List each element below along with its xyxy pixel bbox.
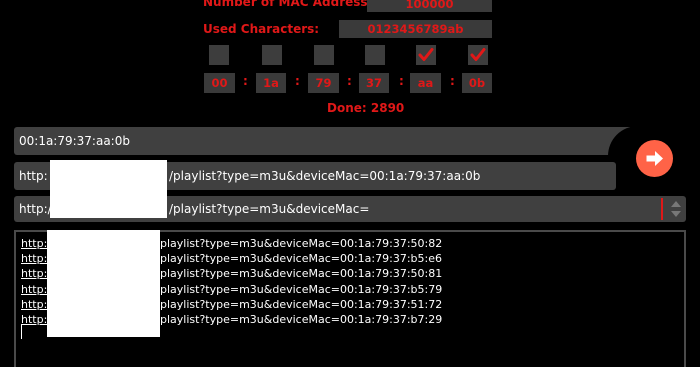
app-window: Number of MAC Addresses: 100000 Used Cha… [0, 0, 700, 367]
octet-checkbox-5[interactable] [416, 45, 436, 65]
octet-separator: : [399, 74, 404, 88]
result-url-suffix: playlist?type=m3u&deviceMac=00:1a:79:37:… [160, 282, 443, 296]
mac-octet-3[interactable]: 79 [308, 73, 339, 93]
template-url-suffix: /playlist?type=m3u&deviceMac= [169, 202, 370, 216]
current-url-prefix: http: [19, 169, 48, 183]
num-mac-input[interactable]: 100000 [367, 0, 492, 12]
octet-separator: : [450, 74, 455, 88]
used-chars-label: Used Characters: [203, 22, 320, 36]
result-url-suffix: playlist?type=m3u&deviceMac=00:1a:79:37:… [160, 297, 443, 311]
octet-separator: : [347, 74, 352, 88]
mac-octet-6[interactable]: 0b [462, 73, 492, 93]
mac-octet-4[interactable]: 37 [359, 73, 389, 93]
result-url-suffix: playlist?type=m3u&deviceMac=00:1a:79:37:… [160, 267, 443, 281]
octet-checkbox-2[interactable] [262, 45, 282, 65]
template-url-divider [661, 198, 663, 220]
octet-checkbox-1[interactable] [209, 45, 229, 65]
octet-checkbox-3[interactable] [314, 45, 334, 65]
current-mac-field[interactable]: 00:1a:79:37:aa:0b [14, 127, 632, 155]
done-status: Done: 2890 [327, 101, 405, 115]
mac-octet-5[interactable]: aa [410, 73, 441, 93]
mac-octet-1[interactable]: 00 [204, 73, 235, 93]
used-chars-input[interactable]: 0123456789ab [339, 20, 492, 38]
spinner-down-icon[interactable] [671, 211, 681, 217]
checkmark-icon [418, 48, 434, 61]
go-button[interactable] [636, 140, 673, 177]
mac-octet-2[interactable]: 1a [256, 73, 286, 93]
num-mac-label: Number of MAC Addresses: [203, 0, 388, 9]
octet-separator: : [243, 74, 248, 88]
octet-checkbox-6[interactable] [468, 45, 488, 65]
result-url-suffix: playlist?type=m3u&deviceMac=00:1a:79:37:… [160, 313, 443, 326]
arrow-right-icon [646, 151, 663, 166]
template-url-spinner[interactable] [666, 196, 686, 222]
octet-checkbox-4[interactable] [365, 45, 385, 65]
current-mac-text: 00:1a:79:37:aa:0b [19, 134, 130, 148]
redacted-block [47, 230, 160, 337]
text-cursor [21, 325, 22, 339]
octet-separator: : [295, 74, 300, 88]
current-url-suffix: /playlist?type=m3u&deviceMac=00:1a:79:37… [169, 169, 481, 183]
result-url-suffix: playlist?type=m3u&deviceMac=00:1a:79:37:… [160, 252, 442, 266]
redacted-block [50, 160, 167, 218]
template-url-prefix: http:/ [19, 202, 52, 216]
spinner-up-icon[interactable] [671, 201, 681, 207]
result-url-suffix: playlist?type=m3u&deviceMac=00:1a:79:37:… [160, 237, 443, 250]
checkmark-icon [470, 48, 486, 61]
